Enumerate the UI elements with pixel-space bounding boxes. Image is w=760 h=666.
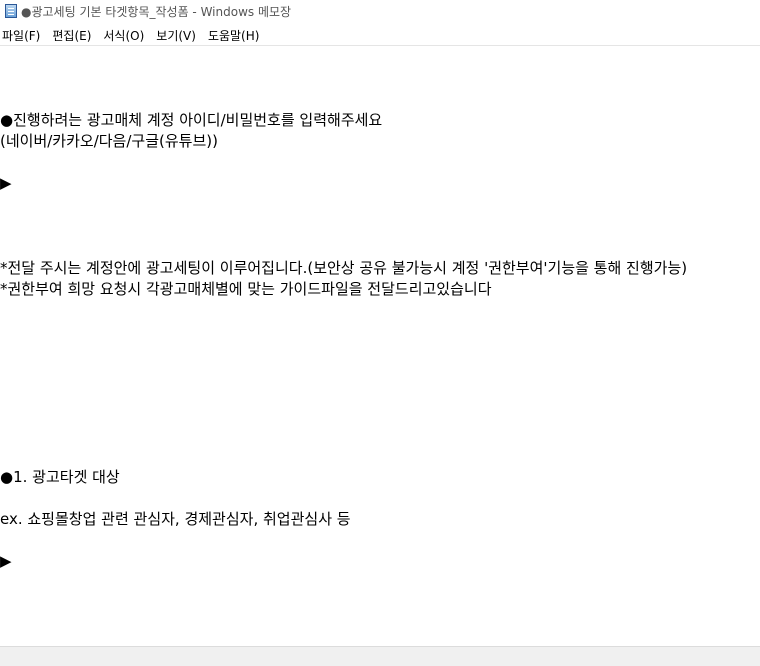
text-line-note-1: *전달 주시는 계정안에 광고세팅이 이루어집니다.(보안상 공유 불가능시 계… [0, 259, 688, 277]
menu-bar: 파일(F) 편집(E) 서식(O) 보기(V) 도움말(H) [0, 24, 760, 46]
menu-edit[interactable]: 편집(E) [50, 27, 97, 44]
title-bar: ●광고세팅 기본 타겟항목_작성폼 - Windows 메모장 [0, 0, 760, 22]
window-title: ●광고세팅 기본 타겟항목_작성폼 - Windows 메모장 [21, 4, 292, 19]
text-line-arrow-2: ▶ [0, 552, 12, 570]
text-line-platforms: (네이버/카카오/다음/구글(유튜브)) [0, 132, 218, 150]
menu-help[interactable]: 도움말(H) [206, 27, 266, 44]
status-bar [0, 646, 760, 666]
menu-view[interactable]: 보기(V) [154, 27, 202, 44]
notepad-icon [5, 4, 17, 18]
text-line-target-heading: ●1. 광고타겟 대상 [0, 468, 120, 486]
text-line-account-request: ●진행하려는 광고매체 계정 아이디/비밀번호를 입력해주세요 [0, 111, 383, 129]
menu-format[interactable]: 서식(O) [101, 27, 150, 44]
text-line-note-2: *권한부여 희망 요청시 각광고매체별에 맞는 가이드파일을 전달드리고있습니다 [0, 280, 492, 298]
menu-file[interactable]: 파일(F) [0, 27, 46, 44]
text-editor[interactable]: ●진행하려는 광고매체 계정 아이디/비밀번호를 입력해주세요 (네이버/카카오… [0, 45, 760, 646]
text-line-arrow-1: ▶ [0, 174, 12, 192]
text-line-example: ex. 쇼핑몰창업 관련 관심자, 경제관심자, 취업관심사 등 [0, 510, 351, 528]
